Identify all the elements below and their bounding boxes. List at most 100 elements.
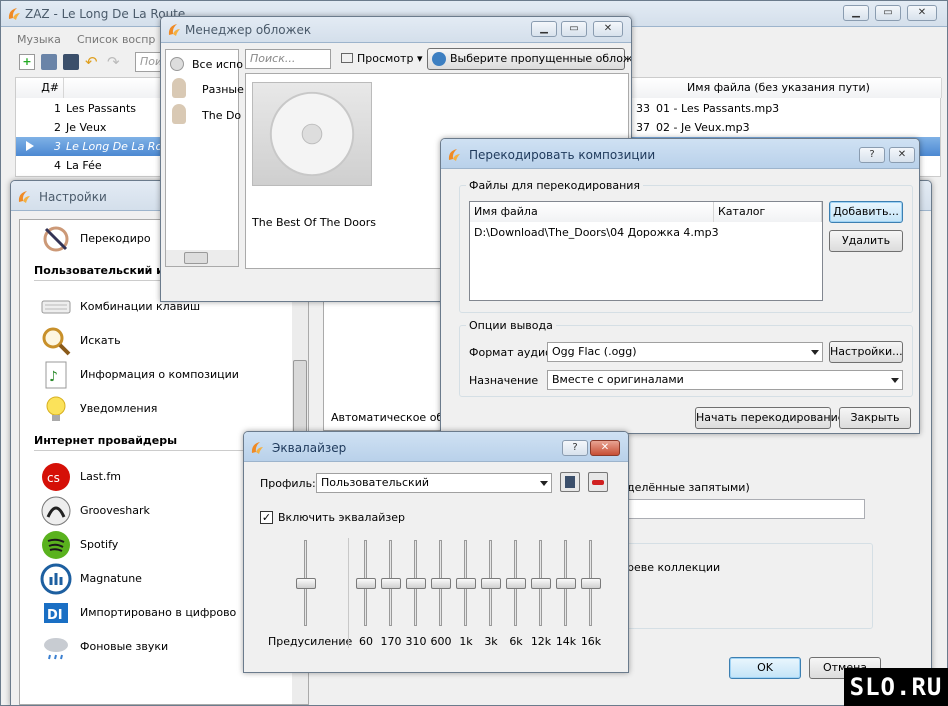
- list-item[interactable]: Все испо: [168, 54, 243, 76]
- band-slider-16k[interactable]: [581, 540, 601, 626]
- person-icon: [172, 78, 186, 98]
- ok-button[interactable]: OK: [729, 657, 801, 679]
- minimize-button[interactable]: ▁: [843, 5, 869, 21]
- cd-icon: [269, 91, 355, 177]
- person-icon: [172, 104, 186, 124]
- weather-icon: [44, 638, 68, 660]
- equalizer-window: Эквалайзер ? ✕ Профиль: Пользовательский…: [243, 431, 629, 673]
- help-button[interactable]: ?: [859, 147, 885, 163]
- svg-text:DI: DI: [47, 608, 63, 623]
- band-sliders: 60 170 310 600 1k 3k 6k 12k 14k 16k: [354, 540, 614, 660]
- destination-label: Назначение: [469, 374, 539, 387]
- band-slider-170[interactable]: [381, 540, 401, 626]
- close-button[interactable]: ✕: [590, 440, 620, 456]
- bulb-icon: [46, 396, 66, 421]
- close-button[interactable]: ✕: [593, 21, 623, 37]
- di-icon: DI: [44, 603, 68, 623]
- profile-select[interactable]: Пользовательский: [316, 473, 552, 493]
- profile-label: Профиль:: [260, 477, 316, 490]
- transcode-icon: [43, 226, 69, 252]
- close-button[interactable]: ✕: [907, 5, 937, 21]
- fetch-missing-covers-button[interactable]: Выберите пропущенные обложки: [427, 48, 631, 70]
- band-slider-310[interactable]: [406, 540, 426, 626]
- toolbar: + ↶ ↷ Поис: [15, 51, 175, 73]
- band-label: 310: [405, 635, 427, 648]
- band-slider-3k[interactable]: [481, 540, 501, 626]
- band-label: 600: [430, 635, 452, 648]
- watermark: SLO.RU: [844, 668, 948, 706]
- collection-group: [623, 543, 873, 629]
- disc-icon: [170, 57, 184, 71]
- col-header-file[interactable]: Имя файла (без указания пути): [616, 78, 942, 98]
- magnatune-icon: [40, 563, 72, 595]
- enable-eq-checkbox[interactable]: ✓: [260, 511, 273, 524]
- menu-playlist[interactable]: Список воспр: [77, 33, 155, 46]
- auto-update-label: Автоматическое обно: [331, 411, 458, 424]
- preamp-slider[interactable]: [296, 540, 316, 626]
- undo-icon[interactable]: ↶: [85, 53, 98, 71]
- col-header-num[interactable]: Д#: [16, 78, 64, 98]
- format-label: Формат аудио: [469, 346, 552, 359]
- nav-item-notifications[interactable]: Уведомления: [40, 392, 300, 426]
- remove-file-button[interactable]: Удалить: [829, 230, 903, 252]
- maximize-button[interactable]: ▭: [875, 5, 901, 21]
- band-slider-14k[interactable]: [556, 540, 576, 626]
- section-user-interface: Пользовательский и: [34, 264, 164, 277]
- band-slider-600[interactable]: [431, 540, 451, 626]
- save-profile-icon[interactable]: [560, 472, 580, 492]
- cover-search-input[interactable]: Поиск...: [245, 49, 331, 69]
- band-slider-6k[interactable]: [506, 540, 526, 626]
- spotify-icon: [42, 531, 70, 559]
- format-select[interactable]: Ogg Flac (.ogg): [547, 342, 823, 362]
- section-internet-providers: Интернет провайдеры: [34, 434, 178, 447]
- band-label: 16k: [580, 635, 602, 648]
- start-transcode-button[interactable]: Начать перекодирование: [695, 407, 845, 429]
- album-title: The Best Of The Doors: [252, 216, 376, 229]
- play-indicator-icon: [26, 141, 34, 151]
- grooveshark-icon: [41, 496, 71, 526]
- app-logo-icon: [8, 8, 20, 20]
- add-icon[interactable]: +: [19, 54, 35, 70]
- collection-hint-label: реве коллекции: [627, 561, 721, 574]
- cover-manager-titlebar: Менеджер обложек ▁ ▭ ✕: [161, 17, 631, 43]
- extensions-field[interactable]: [623, 499, 865, 519]
- svg-text:cs: cs: [47, 471, 60, 485]
- band-label: 12k: [530, 635, 552, 648]
- close-button[interactable]: ✕: [889, 147, 915, 163]
- minimize-button[interactable]: ▁: [531, 21, 557, 37]
- redo-icon[interactable]: ↷: [107, 53, 120, 71]
- view-icon: [341, 53, 353, 63]
- nav-item-song-info[interactable]: ♪ Информация о композиции: [40, 358, 300, 392]
- comma-hint-label: делённые запятыми): [627, 481, 750, 494]
- album-cover[interactable]: [252, 82, 372, 186]
- col-header-filename[interactable]: Имя файла: [470, 202, 714, 222]
- table-row[interactable]: D:\Download\The_Doors\04 Дорожка 4.mp3: [470, 224, 822, 243]
- format-settings-button[interactable]: Настройки...: [829, 341, 903, 363]
- print-icon[interactable]: [41, 54, 57, 70]
- app-logo-icon: [168, 24, 180, 36]
- band-label: 1k: [459, 635, 473, 648]
- col-header-directory[interactable]: Каталог: [714, 202, 822, 222]
- destination-select[interactable]: Вместе с оригиналами: [547, 370, 903, 390]
- menu-music[interactable]: Музыка: [17, 33, 61, 46]
- band-label: 170: [380, 635, 402, 648]
- list-item[interactable]: The Do: [168, 104, 241, 126]
- band-slider-1k[interactable]: [456, 540, 476, 626]
- save-icon[interactable]: [63, 54, 79, 70]
- list-item[interactable]: Разные: [168, 78, 244, 100]
- horizontal-scrollbar[interactable]: [166, 250, 238, 266]
- maximize-button[interactable]: ▭: [561, 21, 587, 37]
- help-button[interactable]: ?: [562, 440, 588, 456]
- search-icon: [42, 327, 71, 356]
- add-files-button[interactable]: Добавить...: [829, 201, 903, 223]
- view-dropdown[interactable]: Просмотр ▾: [341, 52, 422, 65]
- band-slider-12k[interactable]: [531, 540, 551, 626]
- band-slider-60[interactable]: [356, 540, 376, 626]
- band-label: 14k: [555, 635, 577, 648]
- nav-item-search[interactable]: Искать: [40, 324, 300, 358]
- close-dialog-button[interactable]: Закрыть: [839, 407, 911, 429]
- band-label: 6k: [509, 635, 523, 648]
- delete-profile-icon[interactable]: [588, 472, 608, 492]
- equalizer-title: Эквалайзер: [272, 441, 347, 455]
- svg-text:♪: ♪: [49, 369, 58, 385]
